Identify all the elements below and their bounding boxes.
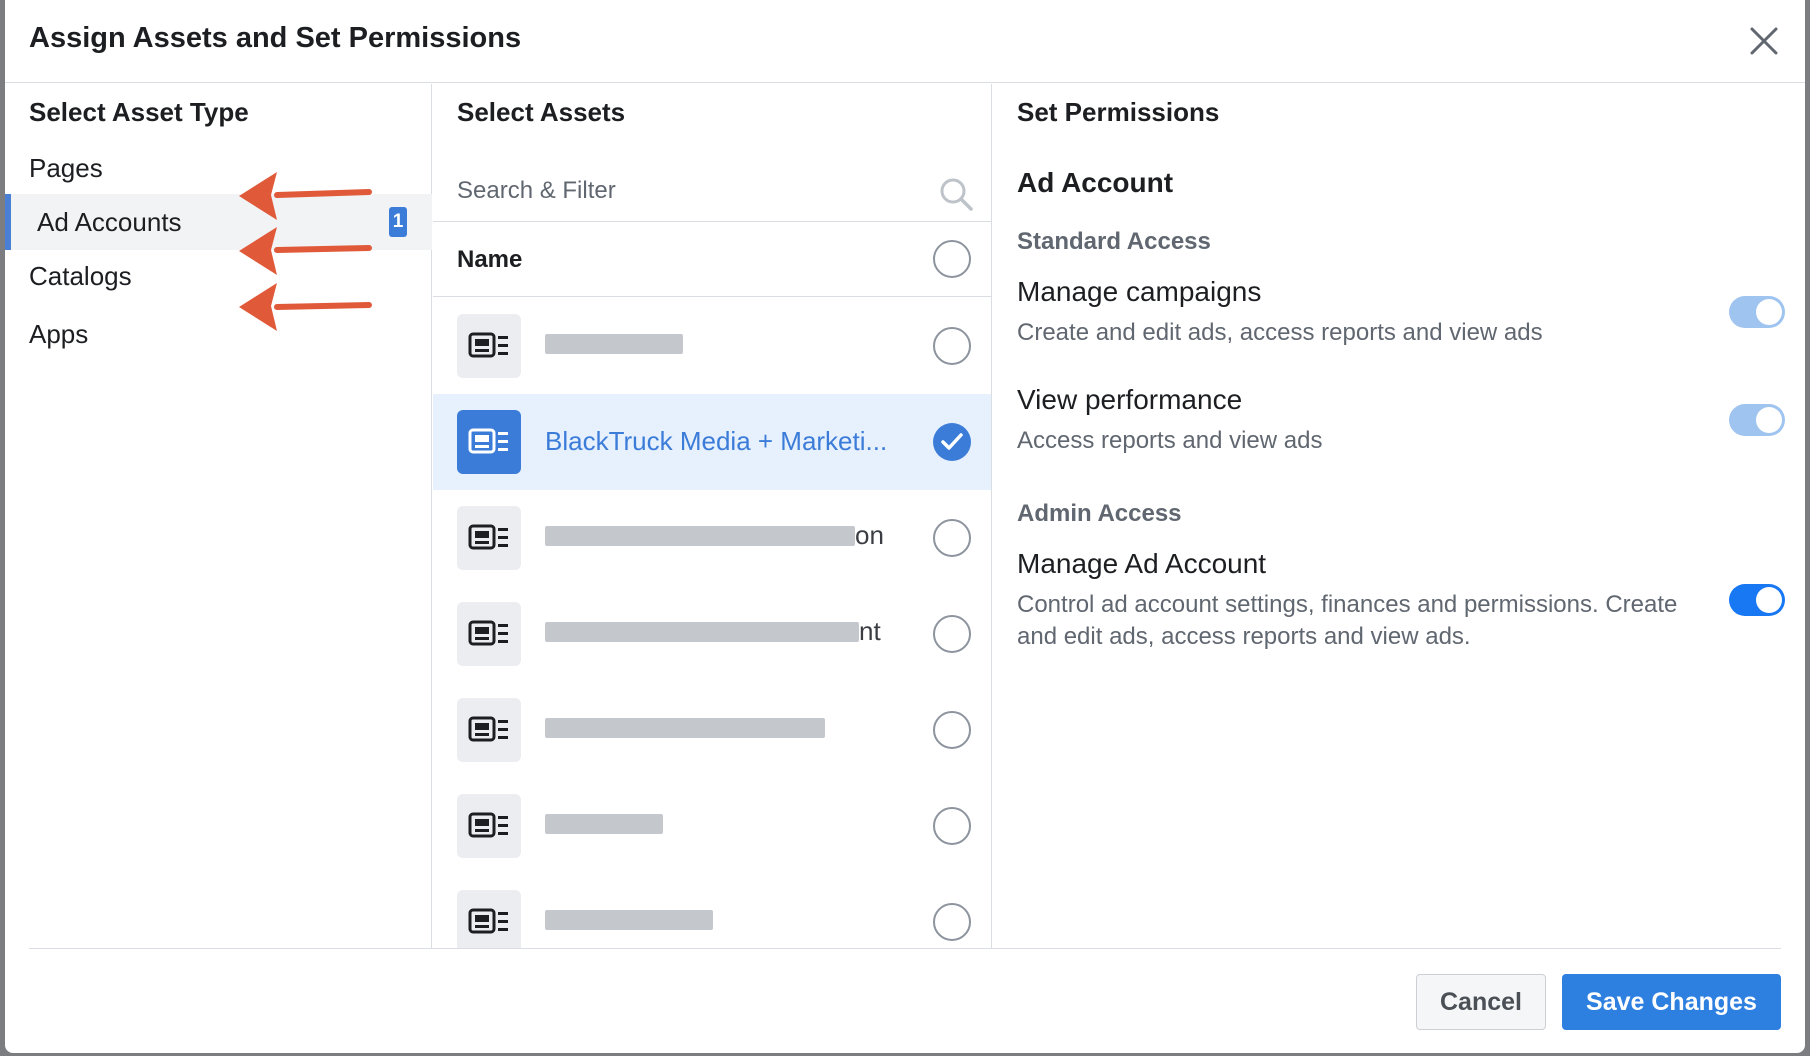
redacted-name xyxy=(545,910,713,930)
standard-access-label: Standard Access xyxy=(1017,228,1211,255)
ad-account-icon xyxy=(457,602,521,666)
asset-radio[interactable] xyxy=(933,807,971,845)
ad-account-icon xyxy=(457,410,521,474)
toggle-knob xyxy=(1756,299,1782,325)
permission-description: Access reports and view ads xyxy=(1017,427,1323,454)
manage-campaigns-toggle[interactable] xyxy=(1729,296,1785,328)
asset-radio[interactable] xyxy=(933,711,971,749)
name-column-header: Name xyxy=(433,223,991,297)
annotation-arrow-icon xyxy=(239,227,372,275)
annotation-arrow-icon xyxy=(239,283,372,331)
permissions-heading: Set Permissions xyxy=(1017,97,1220,127)
toggle-knob xyxy=(1756,407,1782,433)
asset-radio[interactable] xyxy=(933,327,971,365)
asset-type-label: Ad Accounts xyxy=(37,207,182,237)
cancel-button[interactable]: Cancel xyxy=(1416,974,1546,1030)
asset-checked-radio[interactable] xyxy=(933,423,971,461)
asset-name-suffix: on xyxy=(855,520,884,550)
asset-row[interactable] xyxy=(433,298,991,394)
asset-name-suffix: nt xyxy=(859,616,881,646)
permission-description: Create and edit ads, access reports and … xyxy=(1017,319,1543,346)
asset-radio[interactable] xyxy=(933,615,971,653)
selected-count-badge: 1 xyxy=(389,207,407,237)
view-performance-toggle[interactable] xyxy=(1729,404,1785,436)
footer-divider xyxy=(29,948,1781,949)
search-bar xyxy=(433,159,991,222)
ad-account-icon xyxy=(457,794,521,858)
close-icon[interactable] xyxy=(1747,24,1781,58)
annotation-arrow-icon xyxy=(239,172,372,220)
assets-column: Select Assets Name BlackTruck Med xyxy=(433,84,992,948)
asset-row-selected[interactable]: BlackTruck Media + Marketi... xyxy=(433,394,991,490)
asset-type-heading: Select Asset Type xyxy=(29,97,249,127)
name-column-label: Name xyxy=(457,246,523,273)
select-all-radio[interactable] xyxy=(933,240,971,278)
permission-asset-title: Ad Account xyxy=(1017,167,1174,198)
assets-heading: Select Assets xyxy=(457,97,626,127)
asset-radio[interactable] xyxy=(933,519,971,557)
permission-name: Manage Ad Account xyxy=(1017,548,1267,579)
redacted-name xyxy=(545,814,663,834)
redacted-name xyxy=(545,718,825,738)
assign-assets-dialog: Assign Assets and Set Permissions Select… xyxy=(5,0,1805,1053)
save-changes-button[interactable]: Save Changes xyxy=(1562,974,1781,1030)
manage-ad-account-toggle[interactable] xyxy=(1729,584,1785,616)
asset-row[interactable] xyxy=(433,778,991,874)
asset-type-label: Catalogs xyxy=(29,261,132,291)
asset-row[interactable] xyxy=(433,682,991,778)
ad-account-icon xyxy=(457,698,521,762)
redacted-name xyxy=(545,526,855,546)
permissions-column: Set Permissions Ad Account Standard Acce… xyxy=(993,84,1805,948)
redacted-name xyxy=(545,334,683,354)
redacted-name xyxy=(545,622,859,642)
asset-type-label: Pages xyxy=(29,153,103,183)
admin-access-label: Admin Access xyxy=(1017,500,1182,527)
active-indicator xyxy=(5,194,11,250)
dialog-title: Assign Assets and Set Permissions xyxy=(29,22,522,54)
permission-description: Control ad account settings, finances an… xyxy=(1017,591,1678,650)
asset-type-column: Select Asset Type Pages Ad Accounts 1 Ca… xyxy=(5,84,432,948)
asset-radio[interactable] xyxy=(933,903,971,941)
toggle-knob xyxy=(1756,587,1782,613)
ad-account-icon xyxy=(457,506,521,570)
permission-name: Manage campaigns xyxy=(1017,276,1262,307)
asset-name: BlackTruck Media + Marketi... xyxy=(545,426,888,456)
asset-row[interactable] xyxy=(433,874,991,948)
search-input[interactable] xyxy=(457,171,917,211)
permission-name: View performance xyxy=(1017,384,1243,415)
asset-row[interactable]: nt xyxy=(433,586,991,682)
search-icon[interactable] xyxy=(938,176,974,212)
ad-account-icon xyxy=(457,890,521,948)
dialog-header: Assign Assets and Set Permissions xyxy=(5,0,1805,83)
asset-row[interactable]: on xyxy=(433,490,991,586)
checkmark-icon xyxy=(941,433,963,450)
ad-account-icon xyxy=(457,314,521,378)
asset-type-label: Apps xyxy=(29,319,89,349)
